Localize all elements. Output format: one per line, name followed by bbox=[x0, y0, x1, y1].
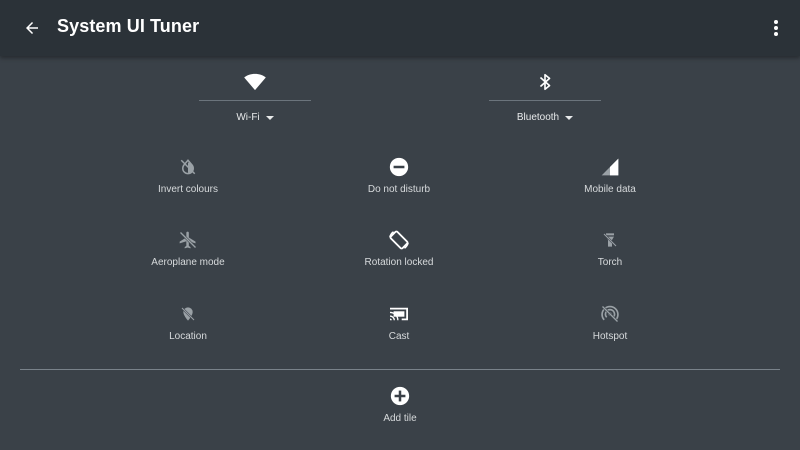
screen-rotation-icon bbox=[389, 230, 409, 250]
tile-aeroplane-mode[interactable]: Aeroplane mode bbox=[128, 229, 248, 279]
tile-do-not-disturb[interactable]: Do not disturb bbox=[339, 156, 459, 206]
add-tile-button[interactable]: Add tile bbox=[340, 385, 460, 435]
bluetooth-dropdown[interactable]: Bluetooth bbox=[489, 112, 601, 123]
do-not-disturb-icon bbox=[389, 157, 409, 177]
bluetooth-label: Bluetooth bbox=[516, 112, 560, 123]
airplane-mode-off-icon bbox=[179, 231, 197, 249]
tile-mobile-data[interactable]: Mobile data bbox=[550, 156, 670, 206]
tile-bluetooth[interactable]: Bluetooth bbox=[489, 66, 609, 126]
cast-icon bbox=[390, 307, 408, 321]
tile-hotspot[interactable]: Hotspot bbox=[550, 303, 670, 353]
tile-cast[interactable]: Cast bbox=[339, 303, 459, 353]
tile-label: Aeroplane mode bbox=[151, 257, 225, 268]
section-divider bbox=[20, 369, 780, 370]
add-circle-icon bbox=[390, 386, 410, 406]
tile-label: Location bbox=[169, 331, 207, 342]
location-off-icon bbox=[181, 307, 195, 321]
tile-wifi[interactable]: Wi-Fi bbox=[199, 66, 319, 126]
mobile-data-icon bbox=[601, 158, 619, 176]
tile-location[interactable]: Location bbox=[128, 303, 248, 353]
add-tile-label: Add tile bbox=[383, 413, 417, 424]
page-title: System UI Tuner bbox=[57, 16, 200, 36]
invert-colours-off-icon bbox=[180, 159, 196, 175]
wifi-divider bbox=[199, 100, 311, 101]
tile-torch[interactable]: Torch bbox=[550, 229, 670, 279]
tile-label: Do not disturb bbox=[367, 184, 431, 195]
wifi-dropdown[interactable]: Wi-Fi bbox=[199, 112, 311, 123]
tile-label: Cast bbox=[388, 331, 410, 342]
wifi-label: Wi-Fi bbox=[236, 112, 260, 123]
dropdown-arrow-icon bbox=[565, 115, 574, 120]
wifi-icon bbox=[244, 73, 266, 91]
overflow-menu-button[interactable] bbox=[764, 12, 788, 44]
tile-label: Invert colours bbox=[157, 184, 219, 195]
app-bar: System UI Tuner bbox=[0, 0, 800, 56]
tile-rotation-locked[interactable]: Rotation locked bbox=[339, 229, 459, 279]
arrow-back-icon bbox=[26, 22, 38, 34]
tile-label: Hotspot bbox=[592, 331, 628, 342]
tile-label: Torch bbox=[597, 257, 623, 268]
dropdown-arrow-icon bbox=[265, 115, 274, 120]
hotspot-off-icon bbox=[601, 305, 619, 323]
more-vert-icon bbox=[774, 20, 778, 36]
tile-label: Rotation locked bbox=[364, 257, 434, 268]
bluetooth-divider bbox=[489, 100, 601, 101]
tile-invert-colours[interactable]: Invert colours bbox=[128, 156, 248, 206]
tile-label: Mobile data bbox=[584, 184, 636, 195]
bluetooth-icon bbox=[539, 73, 551, 91]
flashlight-off-icon bbox=[603, 233, 617, 247]
back-button[interactable] bbox=[16, 12, 48, 44]
